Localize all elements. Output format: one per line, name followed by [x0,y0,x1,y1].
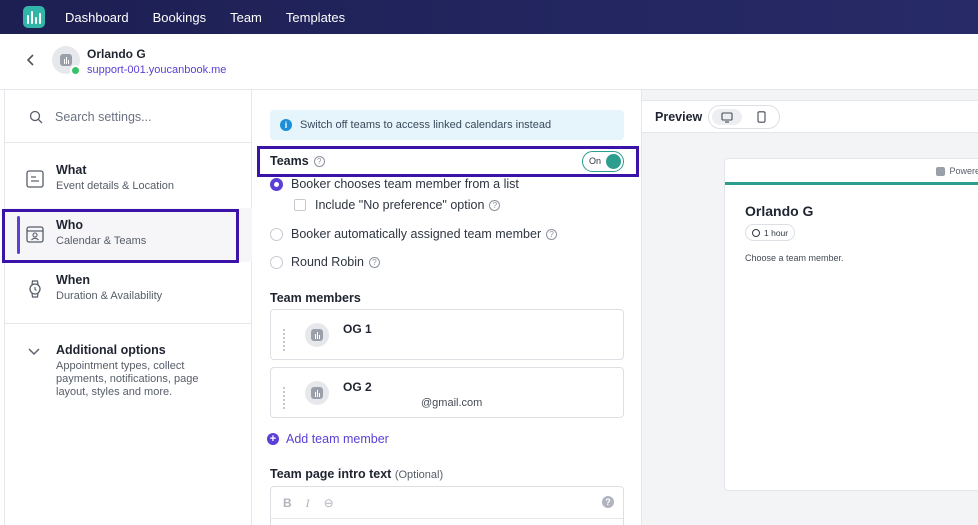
page-header: Orlando G support-001.youcanbook.me [0,34,978,90]
team-member-card[interactable]: OG 2 @gmail.com [270,367,624,418]
drag-handle-icon[interactable] [283,329,289,351]
booking-page-name: Orlando G [87,47,146,61]
radio-label: Round Robin [291,255,364,269]
sidebar-item-what[interactable]: What Event details & Location [5,153,252,207]
nav-team[interactable]: Team [230,10,262,25]
nav-dashboard[interactable]: Dashboard [65,10,129,25]
active-indicator [17,216,20,254]
device-toggle [708,105,780,129]
member-email: @gmail.com [421,397,483,409]
mobile-view-button[interactable] [746,109,776,125]
settings-sidebar: What Event details & Location Who Calend… [4,90,252,525]
add-team-member-label: Add team member [286,432,389,446]
search-input[interactable] [55,107,235,127]
checkbox-no-preference[interactable]: Include "No preference" option ? [294,198,501,212]
link-icon[interactable]: ⊖ [324,496,334,511]
toggle-knob [606,154,621,169]
radio-label: Booker chooses team member from a list [291,177,519,191]
help-icon[interactable]: ? [489,199,501,211]
help-icon[interactable]: ? [602,496,614,508]
search-icon [29,110,43,124]
help-icon[interactable]: ? [368,256,380,268]
member-avatar [305,323,329,347]
back-arrow-icon[interactable] [22,51,40,69]
online-status-dot [70,65,81,76]
radio-selected[interactable] [270,177,283,191]
preview-description: Choose a team member. [745,253,844,263]
italic-icon[interactable]: I [306,496,310,511]
preview-toolbar: Preview [642,100,978,133]
sidebar-item-additional-options[interactable]: Additional options Appointment types, co… [5,333,252,413]
watch-icon [29,280,41,298]
info-banner-text: Switch off teams to access linked calend… [300,119,552,131]
info-icon: i [280,119,292,131]
radio-unselected[interactable] [270,227,283,241]
optional-label: (Optional) [394,469,444,481]
radio-round-robin[interactable]: Round Robin ? [270,255,380,269]
checkbox-label: Include "No preference" option [315,198,485,212]
desktop-icon [721,111,733,123]
plus-icon: + [267,433,279,445]
teams-toggle[interactable]: On [582,151,624,172]
editor-divider [271,518,623,519]
mobile-icon [756,111,766,123]
toggle-state-label: On [589,156,602,166]
radio-booker-chooses[interactable]: Booker chooses team member from a list [270,177,519,191]
sidebar-divider [5,323,252,324]
sidebar-item-subtitle: Calendar & Teams [56,235,147,247]
search-bar [5,90,252,143]
clock-icon [752,228,760,237]
member-name: OG 2 [343,380,372,394]
preview-card-header: Powere [725,159,978,185]
duration-badge: 1 hour [745,224,796,241]
help-icon[interactable]: ? [546,228,558,240]
powered-by-text: Powere [949,166,978,176]
member-avatar [305,381,329,405]
document-icon [26,170,44,188]
radio-unselected[interactable] [270,255,283,269]
add-team-member-button[interactable]: + Add team member [267,432,389,446]
calendar-person-icon [26,226,44,243]
who-settings-panel: i Switch off teams to access linked cale… [252,90,641,525]
member-name: OG 1 [343,322,372,336]
top-nav: Dashboard Bookings Team Templates [0,0,978,34]
intro-text-title: Team page intro text (Optional) [270,467,443,481]
info-banner: i Switch off teams to access linked cale… [270,110,624,140]
teams-label: Teams? [270,154,325,168]
sidebar-item-title: Additional options [56,343,166,357]
editor-toolbar: B I ⊖ [283,496,334,511]
preview-label: Preview [655,110,703,124]
booking-page-url-link[interactable]: support-001.youcanbook.me [87,64,226,76]
sidebar-item-description: Appointment types, collect payments, not… [56,360,199,398]
sidebar-item-subtitle: Event details & Location [56,180,175,192]
app-logo-icon[interactable] [23,6,45,28]
sidebar-item-title: Who [56,218,84,232]
radio-auto-assigned[interactable]: Booker automatically assigned team membe… [270,227,558,241]
intro-text-title-label: Team page intro text [270,467,392,481]
duration-text: 1 hour [764,227,789,238]
nav-bookings[interactable]: Bookings [153,10,206,25]
help-icon[interactable]: ? [313,156,325,168]
chevron-down-icon [28,348,40,355]
radio-label: Booker automatically assigned team membe… [291,227,542,241]
preview-panel: Preview Powere Orlando G 1 hour Choose a… [641,90,978,525]
sidebar-item-subtitle: Duration & Availability [56,290,163,302]
ycbm-logo-icon [936,166,946,176]
preview-name: Orlando G [745,203,814,219]
checkbox[interactable] [294,199,306,211]
sidebar-item-who[interactable]: Who Calendar & Teams [5,208,252,262]
intro-text-editor[interactable]: B I ⊖ ? [270,486,624,525]
nav-templates[interactable]: Templates [286,10,345,25]
powered-by-badge: Powere [936,166,978,176]
sidebar-item-title: When [56,273,91,287]
drag-handle-icon[interactable] [283,387,289,409]
sidebar-item-title: What [56,163,87,177]
sidebar-item-when[interactable]: When Duration & Availability [5,263,252,317]
team-member-card[interactable]: OG 1 [270,309,624,360]
team-members-title: Team members [270,291,361,305]
booking-page-preview-card: Powere Orlando G 1 hour Choose a team me… [724,158,978,491]
bold-icon[interactable]: B [283,496,292,511]
desktop-view-button[interactable] [712,109,742,125]
teams-label-text: Teams [270,154,309,168]
